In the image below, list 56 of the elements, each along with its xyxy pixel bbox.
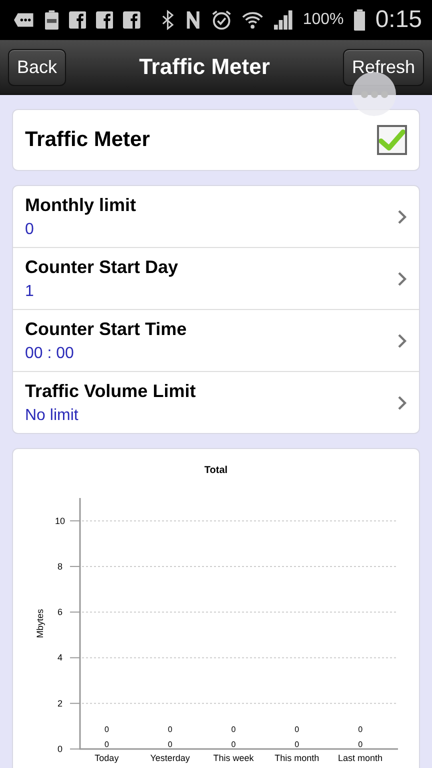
setting-label: Counter Start Day xyxy=(25,256,180,278)
value-label: 0 xyxy=(358,740,363,749)
value-label: 0 xyxy=(168,740,172,749)
message-icon xyxy=(14,11,36,29)
facebook-icon xyxy=(123,11,141,29)
tick-label: 2 xyxy=(58,698,62,708)
value-label: 0 xyxy=(231,740,236,749)
toggle-label: Traffic Meter xyxy=(25,128,150,152)
settings-row[interactable]: Traffic Volume Limit No limit xyxy=(13,371,419,433)
chart-title: Total xyxy=(204,465,228,476)
chevron-right-icon xyxy=(397,208,407,224)
tick-label: 8 xyxy=(58,561,62,572)
alarm-icon xyxy=(211,9,232,31)
setting-label: Counter Start Time xyxy=(25,318,188,340)
tick-label: 0 xyxy=(58,744,62,754)
value-label: 0 xyxy=(358,725,363,734)
battery-saver-icon xyxy=(45,10,59,30)
clock-time: 0:15 xyxy=(375,6,422,34)
chevron-right-icon xyxy=(397,270,407,286)
value-label: 0 xyxy=(104,740,109,749)
category-label: This week xyxy=(213,753,254,763)
setting-value: 0 xyxy=(25,220,35,238)
tick-label: 4 xyxy=(58,652,62,663)
tick-label: 10 xyxy=(55,516,65,526)
back-button[interactable]: Back xyxy=(8,48,66,86)
category-label: Today xyxy=(94,753,119,763)
value-label: 0 xyxy=(104,725,109,734)
bluetooth-icon xyxy=(160,10,174,30)
chevron-right-icon xyxy=(397,394,407,410)
category-label: Yesterday xyxy=(150,753,190,763)
setting-value: 1 xyxy=(25,282,35,300)
chevron-right-icon xyxy=(397,332,407,348)
setting-value: No limit xyxy=(25,406,80,424)
value-label: 0 xyxy=(294,740,300,749)
signal-icon xyxy=(274,10,293,30)
category-label: Last month xyxy=(338,753,383,763)
nfc-icon xyxy=(184,9,202,31)
settings-row[interactable]: Monthly limit 0 xyxy=(13,186,419,247)
setting-label: Monthly limit xyxy=(25,194,137,216)
battery-percentage: 100% xyxy=(302,11,344,29)
settings-row[interactable]: Counter Start Day 1 xyxy=(13,247,419,309)
settings-row[interactable]: Counter Start Time 00 : 00 xyxy=(13,309,419,371)
facebook-icon xyxy=(96,11,114,29)
tick-label: 6 xyxy=(58,607,62,618)
screen-title: Traffic Meter xyxy=(139,54,270,80)
value-label: 0 xyxy=(231,725,236,734)
setting-label: Traffic Volume Limit xyxy=(25,380,197,402)
wifi-icon xyxy=(242,10,264,30)
category-label: This month xyxy=(274,753,320,763)
facebook-icon xyxy=(68,11,86,29)
checkbox[interactable] xyxy=(377,125,407,155)
value-label: 0 xyxy=(168,725,172,734)
setting-value: 00 : 00 xyxy=(25,344,75,362)
value-label: 0 xyxy=(294,725,300,734)
axis-label: Mbytes xyxy=(35,609,45,638)
battery-icon xyxy=(354,9,366,31)
